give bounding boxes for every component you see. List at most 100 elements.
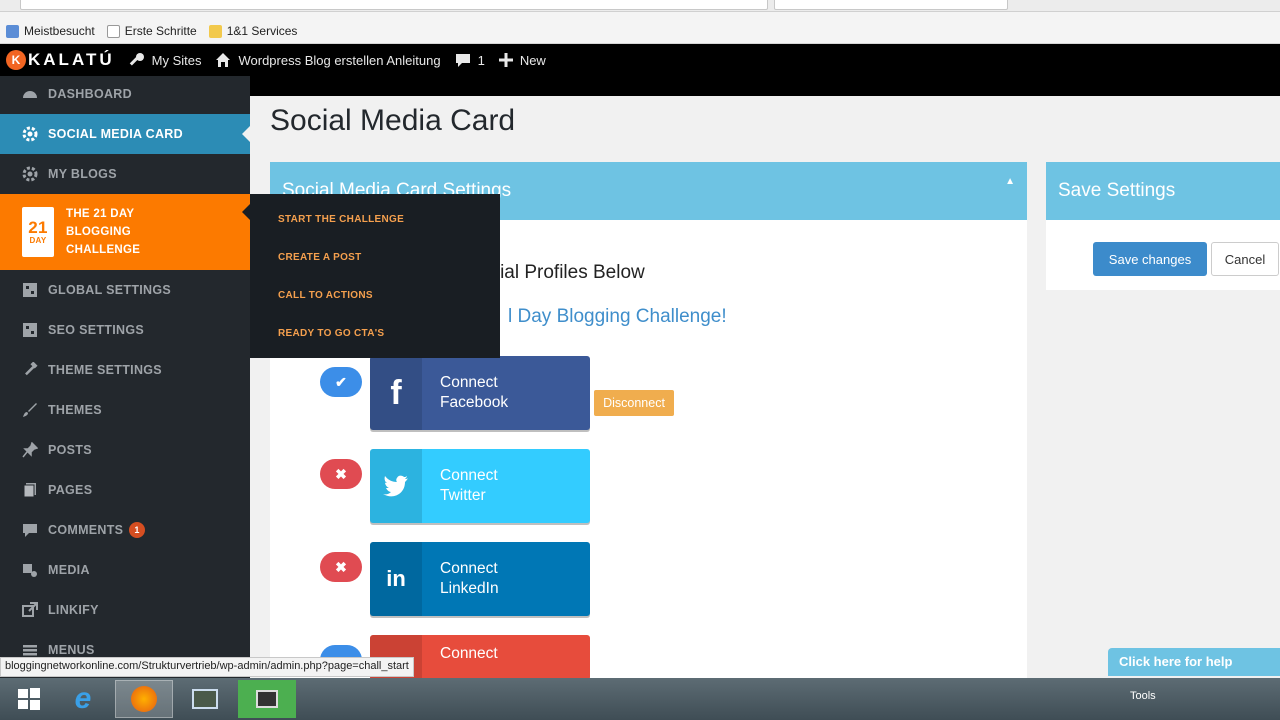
- bookmark-label: Meistbesucht: [24, 24, 95, 38]
- sidebar-item-my-blogs[interactable]: My Blogs: [0, 154, 250, 194]
- media-icon: [21, 561, 39, 579]
- firefox-taskbar-button[interactable]: [115, 680, 173, 718]
- new-content-menu[interactable]: New: [498, 53, 546, 68]
- calendar-21-day-icon: 21 DAY: [22, 207, 54, 257]
- disconnect-button[interactable]: Disconnect: [594, 390, 674, 416]
- bookmark-1und1-services[interactable]: 1&1 Services: [208, 24, 298, 38]
- grid-icon: [21, 321, 39, 339]
- app-icon: [192, 689, 218, 709]
- cancel-button[interactable]: Cancel: [1211, 242, 1279, 276]
- network-label: Twitter: [440, 487, 486, 504]
- sidebar-item-label: Posts: [48, 443, 92, 457]
- bookmark-label: 1&1 Services: [226, 24, 298, 38]
- internet-explorer-taskbar-button[interactable]: e: [54, 680, 112, 718]
- network-label: Facebook: [440, 394, 509, 411]
- sidebar-item-label: Dashboard: [48, 87, 132, 101]
- internet-explorer-icon: e: [74, 682, 92, 715]
- sidebar-item-label: Media: [48, 563, 90, 577]
- submenu-ready-to-go-ctas[interactable]: Ready to Go CTA's: [278, 328, 384, 339]
- sidebar-item-label: Theme Settings: [48, 363, 162, 377]
- recorder-icon: [256, 690, 278, 708]
- sidebar-item-label: Pages: [48, 483, 93, 497]
- windows-start-button[interactable]: [0, 680, 58, 718]
- connect-facebook-button[interactable]: f Connect Facebook: [370, 356, 590, 430]
- sidebar-item-21-day-challenge[interactable]: 21 DAY The 21 Day Blogging Challenge: [0, 194, 250, 270]
- sidebar-item-media[interactable]: Media: [0, 550, 250, 590]
- connect-label: Connect: [440, 467, 498, 484]
- challenge-link[interactable]: l Day Blogging Challenge!: [508, 306, 727, 328]
- collapse-caret-icon[interactable]: ▲: [1005, 176, 1015, 187]
- url-field[interactable]: [20, 0, 768, 10]
- recorder-taskbar-button[interactable]: [238, 680, 296, 718]
- kalatu-logo[interactable]: K KALATÚ: [6, 50, 115, 70]
- gear-icon: [21, 165, 39, 183]
- save-settings-panel: Save Settings Save changes Cancel: [1046, 162, 1280, 290]
- site-name-label: Wordpress Blog erstellen Anleitung: [238, 52, 441, 68]
- logo-text: KALATÚ: [28, 50, 115, 69]
- sidebar-item-social-media-card[interactable]: Social Media Card: [0, 114, 250, 154]
- flyout-pointer: [242, 204, 250, 220]
- browser-status-url: bloggingnetworkonline.com/Strukturvertri…: [0, 657, 414, 677]
- bookmark-icon: [6, 24, 19, 38]
- tools-label[interactable]: Tools: [1130, 690, 1156, 702]
- submenu-start-challenge[interactable]: Start the Challenge: [278, 214, 404, 225]
- comments-badge: 1: [129, 522, 145, 538]
- profiles-subtitle: ocial Profiles Below: [480, 262, 645, 283]
- kalatu-logo-icon: K: [6, 50, 26, 70]
- comments-menu[interactable]: 1: [455, 52, 485, 68]
- site-name-menu[interactable]: Wordpress Blog erstellen Anleitung: [215, 52, 441, 68]
- network-label: LinkedIn: [440, 580, 499, 597]
- sidebar-item-comments[interactable]: Comments 1: [0, 510, 250, 550]
- sidebar-item-label: Themes: [48, 403, 102, 417]
- system-tray: Tools: [1130, 690, 1156, 702]
- sidebar-item-label: Global Settings: [48, 283, 172, 297]
- submenu-create-post[interactable]: Create a Post: [278, 252, 362, 263]
- sidebar-item-posts[interactable]: Posts: [0, 430, 250, 470]
- plus-icon: [498, 53, 513, 67]
- url-bar-strip: [0, 0, 1280, 12]
- sidebar-item-label: Comments: [48, 523, 124, 537]
- sidebar-item-label: Menus: [48, 643, 95, 657]
- browser-chrome: Meistbesucht Erste Schritte 1&1 Services: [0, 0, 1280, 44]
- my-sites-label: My Sites: [151, 52, 202, 68]
- firefox-icon: [131, 686, 157, 712]
- sidebar-item-seo-settings[interactable]: SEO Settings: [0, 310, 250, 350]
- sidebar-item-label: My Blogs: [48, 167, 117, 181]
- status-disconnected-icon: ✖: [320, 459, 362, 489]
- sidebar-item-dashboard[interactable]: Dashboard: [0, 74, 250, 114]
- app-taskbar-button[interactable]: [176, 680, 234, 718]
- sidebar-item-theme-settings[interactable]: Theme Settings: [0, 350, 250, 390]
- sidebar-item-global-settings[interactable]: Global Settings: [0, 270, 250, 310]
- help-tab-button[interactable]: Click here for help: [1108, 648, 1280, 676]
- challenge-submenu: Start the Challenge Create a Post Call t…: [250, 194, 500, 358]
- bookmark-erste-schritte[interactable]: Erste Schritte: [106, 24, 197, 38]
- sidebar-item-linkify[interactable]: Linkify: [0, 590, 250, 630]
- facebook-icon: f: [370, 356, 422, 430]
- sidebar-item-label-line: The 21 Day: [66, 208, 135, 220]
- home-icon: [216, 53, 231, 67]
- linkedin-icon: in: [370, 542, 422, 616]
- active-indicator: [242, 126, 250, 142]
- sidebar-item-label: Social Media Card: [48, 127, 183, 141]
- help-label: Click here for help: [1119, 654, 1233, 669]
- hammer-icon: [21, 361, 39, 379]
- pin-icon: [21, 441, 39, 459]
- link-icon: [21, 601, 39, 619]
- save-changes-button[interactable]: Save changes: [1093, 242, 1207, 276]
- my-sites-menu[interactable]: My Sites: [129, 52, 202, 68]
- sidebar-item-label-line: Challenge: [66, 244, 141, 256]
- grid-icon: [21, 281, 39, 299]
- top-dark-strip: [250, 76, 1280, 96]
- submenu-call-to-actions[interactable]: Call to Actions: [278, 290, 373, 301]
- bookmark-meistbesucht[interactable]: Meistbesucht: [6, 24, 95, 38]
- sidebar-item-pages[interactable]: Pages: [0, 470, 250, 510]
- comment-icon: [455, 54, 470, 67]
- connect-twitter-button[interactable]: Connect Twitter: [370, 449, 590, 523]
- key-icon: [129, 53, 144, 66]
- comments-count: 1: [477, 52, 485, 68]
- browser-search-field[interactable]: [774, 0, 1008, 10]
- windows-taskbar: e Tools: [0, 678, 1280, 720]
- sidebar-item-themes[interactable]: Themes: [0, 390, 250, 430]
- connect-linkedin-button[interactable]: in Connect LinkedIn: [370, 542, 590, 616]
- pages-icon: [21, 481, 39, 499]
